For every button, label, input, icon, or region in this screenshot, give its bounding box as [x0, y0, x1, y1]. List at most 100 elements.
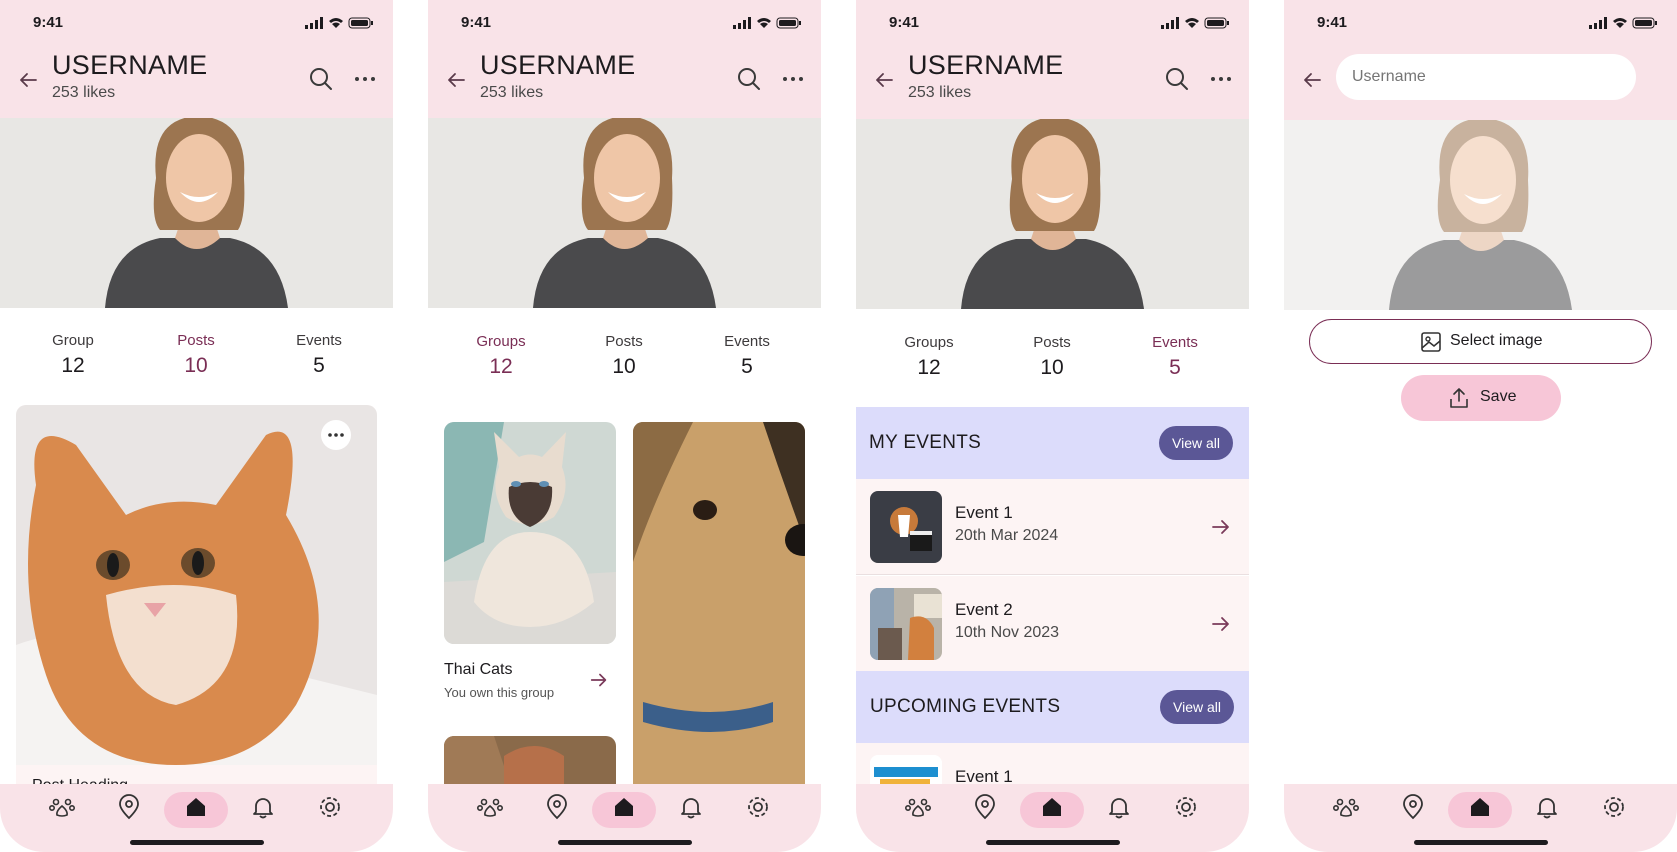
stat-events[interactable]: Events 5	[697, 333, 797, 379]
stat-groups[interactable]: Group 12	[23, 332, 123, 378]
stat-value: 10	[612, 355, 636, 378]
back-arrow-icon[interactable]	[1300, 68, 1324, 92]
profile-photo	[0, 118, 393, 308]
paw-icon[interactable]	[48, 793, 76, 821]
bell-icon[interactable]	[1533, 793, 1561, 821]
group-image-thai-cats[interactable]	[444, 422, 616, 644]
status-time: 9:41	[1317, 14, 1348, 31]
stat-label: Events	[1152, 334, 1198, 351]
home-indicator	[130, 840, 264, 845]
username-title: USERNAME	[908, 50, 1064, 80]
post-card[interactable]: Post Heading	[16, 405, 377, 795]
status-icons	[305, 17, 373, 29]
screen-profile-events: 9:41 USERNAME 253 likes Groups 12 Posts …	[856, 0, 1249, 852]
username-input[interactable]	[1336, 54, 1636, 100]
screen-profile-groups: 9:41 USERNAME 253 likes Groups 12 Posts …	[428, 0, 821, 852]
home-icon[interactable]	[182, 793, 210, 821]
arrow-right-icon[interactable]	[588, 669, 610, 691]
settings-icon[interactable]	[1600, 793, 1628, 821]
stat-groups[interactable]: Groups 12	[879, 334, 979, 380]
event-row[interactable]: Event 2 10th Nov 2023	[856, 576, 1249, 672]
settings-icon[interactable]	[1172, 793, 1200, 821]
back-arrow-icon[interactable]	[872, 68, 896, 92]
app-bar: USERNAME 253 likes	[428, 44, 821, 118]
stat-label: Posts	[605, 333, 643, 350]
event-thumbnail	[870, 588, 942, 660]
stat-posts[interactable]: Posts 10	[1002, 334, 1102, 380]
bottom-nav	[1284, 784, 1677, 852]
bell-icon[interactable]	[249, 793, 277, 821]
bell-icon[interactable]	[1105, 793, 1133, 821]
view-all-button[interactable]: View all	[1160, 690, 1234, 724]
image-icon	[1421, 332, 1441, 352]
section-title: UPCOMING EVENTS	[870, 696, 1061, 717]
stat-groups[interactable]: Groups 12	[451, 333, 551, 379]
search-icon[interactable]	[308, 66, 334, 92]
status-bar: 9:41	[0, 0, 393, 44]
select-image-label: Select image	[1450, 332, 1543, 349]
select-image-button[interactable]: Select image	[1309, 319, 1652, 364]
status-bar: 9:41	[856, 0, 1249, 44]
more-options-icon	[328, 433, 344, 437]
likes-count: 253 likes	[908, 84, 972, 101]
stat-label: Posts	[1033, 334, 1071, 351]
save-button[interactable]: Save	[1401, 375, 1561, 421]
event-date: 20th Mar 2024	[955, 527, 1059, 544]
app-bar	[1284, 44, 1677, 120]
status-icons	[733, 17, 801, 29]
stat-value: 12	[489, 355, 513, 378]
bottom-nav	[856, 784, 1249, 852]
location-icon[interactable]	[543, 793, 571, 821]
more-options-icon[interactable]	[352, 66, 378, 92]
paw-icon[interactable]	[1332, 793, 1360, 821]
post-more-button[interactable]	[321, 420, 351, 450]
status-bar: 9:41	[1284, 0, 1677, 44]
group-image-dog[interactable]	[633, 422, 805, 796]
home-icon[interactable]	[610, 793, 638, 821]
stat-value: 12	[917, 356, 941, 379]
settings-icon[interactable]	[316, 793, 344, 821]
paw-icon[interactable]	[904, 793, 932, 821]
location-icon[interactable]	[971, 793, 999, 821]
search-icon[interactable]	[736, 66, 762, 92]
location-icon[interactable]	[1399, 793, 1427, 821]
search-icon[interactable]	[1164, 66, 1190, 92]
my-events-header: MY EVENTS View all	[856, 407, 1249, 479]
stat-events[interactable]: Events 5	[1125, 334, 1225, 380]
more-options-icon[interactable]	[780, 66, 806, 92]
save-label: Save	[1480, 388, 1517, 405]
stat-events[interactable]: Events 5	[269, 332, 369, 378]
likes-count: 253 likes	[52, 84, 116, 101]
stat-label: Events	[296, 332, 342, 349]
profile-photo-preview	[1284, 120, 1677, 310]
home-icon[interactable]	[1466, 793, 1494, 821]
stat-posts[interactable]: Posts 10	[146, 332, 246, 378]
more-options-icon[interactable]	[1208, 66, 1234, 92]
stat-label: Groups	[476, 333, 526, 350]
profile-photo	[856, 119, 1249, 309]
paw-icon[interactable]	[476, 793, 504, 821]
stat-value: 12	[61, 354, 85, 377]
arrow-right-icon[interactable]	[1209, 612, 1233, 636]
stat-value: 10	[184, 354, 208, 377]
bell-icon[interactable]	[677, 793, 705, 821]
event-thumbnail	[870, 491, 942, 563]
back-arrow-icon[interactable]	[16, 68, 40, 92]
home-icon[interactable]	[1038, 793, 1066, 821]
arrow-right-icon[interactable]	[1209, 515, 1233, 539]
location-icon[interactable]	[115, 793, 143, 821]
home-indicator	[1414, 840, 1548, 845]
group-card-info[interactable]: Thai Cats You own this group	[444, 658, 616, 708]
stat-posts[interactable]: Posts 10	[574, 333, 674, 379]
profile-photo	[428, 118, 821, 308]
back-arrow-icon[interactable]	[444, 68, 468, 92]
app-bar: USERNAME 253 likes	[0, 44, 393, 118]
upcoming-events-header: UPCOMING EVENTS View all	[856, 671, 1249, 743]
app-bar: USERNAME 253 likes	[856, 44, 1249, 120]
username-title: USERNAME	[480, 50, 636, 80]
view-all-button[interactable]: View all	[1159, 426, 1233, 460]
settings-icon[interactable]	[744, 793, 772, 821]
event-row[interactable]: Event 1 20th Mar 2024	[856, 479, 1249, 575]
group-subtitle: You own this group	[444, 685, 555, 700]
stat-value: 10	[1040, 356, 1064, 379]
